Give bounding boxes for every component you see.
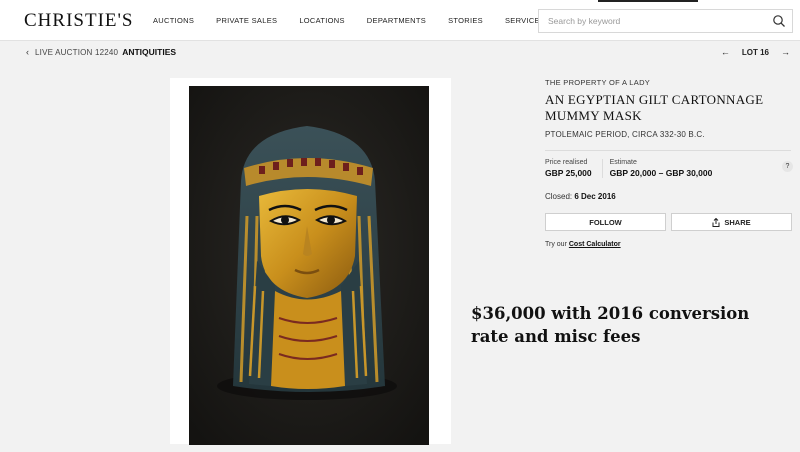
search-icon[interactable] <box>772 14 786 28</box>
arrow-left-icon[interactable]: ← <box>721 47 730 57</box>
nav-departments[interactable]: DEPARTMENTS <box>367 16 426 25</box>
follow-button[interactable]: FOLLOW <box>545 213 666 231</box>
price-realised-value: GBP 25,000 <box>545 168 592 178</box>
closed-label: Closed: <box>545 192 573 201</box>
mummy-mask-photo[interactable] <box>189 86 429 445</box>
top-navigation-bar: CHRISTIE'S AUCTIONS PRIVATE SALES LOCATI… <box>0 0 800 41</box>
follow-label: FOLLOW <box>589 217 622 227</box>
price-section: Price realised GBP 25,000 Estimate GBP 2… <box>545 159 795 178</box>
annotation-text: $36,000 with 2016 conversion rate and mi… <box>471 304 750 346</box>
lot-period: PTOLEMAIC PERIOD, CIRCA 332-30 B.C. <box>545 130 705 139</box>
lot-title: AN EGYPTIAN GILT CARTONNAGE MUMMY MASK <box>545 92 764 123</box>
lot-provenance: THE PROPERTY OF A LADY <box>545 78 651 87</box>
help-icon[interactable]: ? <box>782 161 793 172</box>
breadcrumb-department[interactable]: ANTIQUITIES <box>122 47 176 57</box>
price-realised-label: Price realised <box>545 159 588 166</box>
arrow-right-icon[interactable]: → <box>781 47 790 57</box>
search-input[interactable] <box>539 10 759 32</box>
breadcrumb-bar: ‹ LIVE AUCTION 12240 ANTIQUITIES ← LOT 1… <box>0 41 800 65</box>
nav-private-sales[interactable]: PRIVATE SALES <box>216 16 277 25</box>
nav-auctions[interactable]: AUCTIONS <box>153 16 194 25</box>
action-buttons: FOLLOW SHARE <box>545 213 795 231</box>
price-realised: Price realised GBP 25,000 <box>545 159 592 178</box>
active-indicator <box>598 0 698 2</box>
cost-calculator-link[interactable]: Cost Calculator <box>569 241 621 248</box>
breadcrumb[interactable]: ‹ LIVE AUCTION 12240 ANTIQUITIES <box>26 47 176 57</box>
share-button[interactable]: SHARE <box>671 213 792 231</box>
estimate-label: Estimate <box>609 159 637 166</box>
lot-details: THE PROPERTY OF A LADY AN EGYPTIAN GILT … <box>545 78 795 248</box>
main-nav: AUCTIONS PRIVATE SALES LOCATIONS DEPARTM… <box>153 16 567 25</box>
lot-number: LOT 16 <box>741 47 769 57</box>
share-label: SHARE <box>724 217 751 227</box>
mummy-mask-illustration <box>189 86 429 445</box>
calc-prefix: Try our <box>545 241 567 248</box>
cost-calculator-line: Try our Cost Calculator <box>545 241 795 248</box>
search-box <box>538 9 793 33</box>
nav-locations[interactable]: LOCATIONS <box>299 16 344 25</box>
estimate: Estimate GBP 20,000 – GBP 30,000 <box>601 159 713 178</box>
christies-logo[interactable]: CHRISTIE'S <box>24 10 134 32</box>
share-icon <box>712 217 720 227</box>
closed-date: Closed: 6 Dec 2016 <box>545 192 795 201</box>
breadcrumb-auction[interactable]: LIVE AUCTION 12240 <box>35 48 118 57</box>
nav-stories[interactable]: STORIES <box>448 16 483 25</box>
divider <box>545 150 791 151</box>
chevron-left-icon[interactable]: ‹ <box>26 47 29 57</box>
closed-date-value: 6 Dec 2016 <box>574 192 616 201</box>
lot-navigation: ← LOT 16 → <box>721 47 790 57</box>
estimate-value: GBP 20,000 – GBP 30,000 <box>609 168 713 178</box>
